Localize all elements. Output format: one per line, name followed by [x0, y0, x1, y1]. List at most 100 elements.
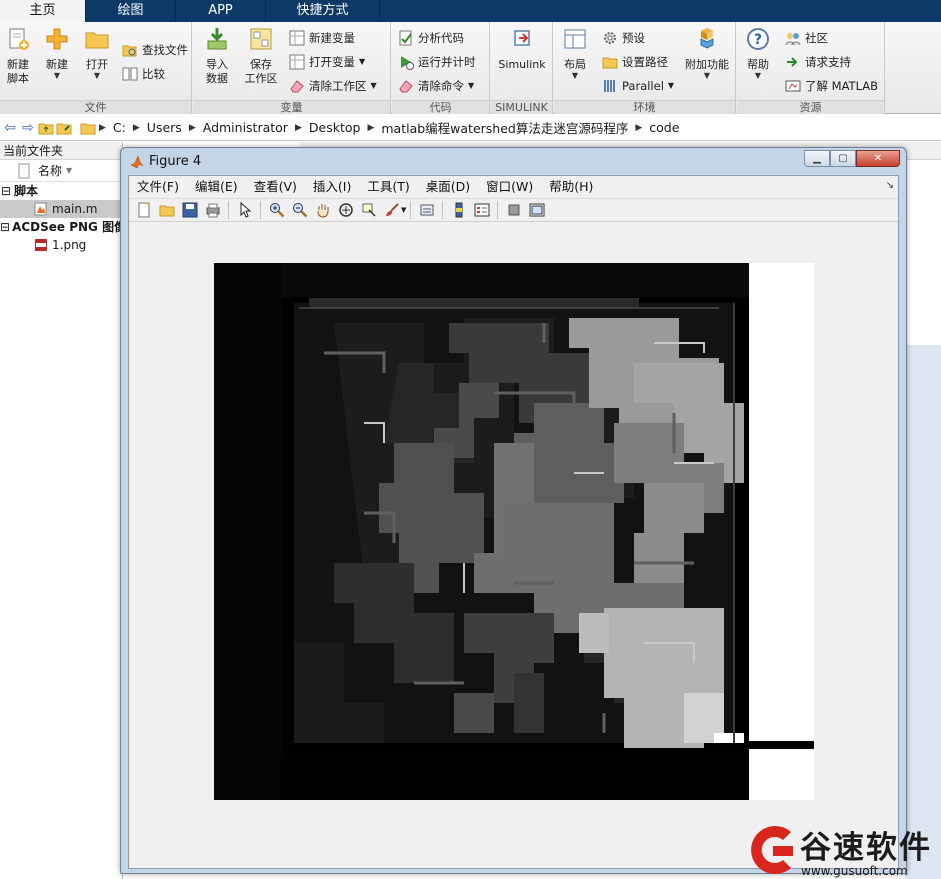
breadcrumb-separator: ▶ — [188, 122, 196, 133]
breadcrumb-item[interactable]: C: — [113, 120, 126, 135]
menu-insert[interactable]: 插入(I) — [305, 176, 359, 198]
save-figure-button[interactable] — [178, 200, 201, 220]
pan-hand-icon — [317, 204, 328, 218]
menu-help[interactable]: 帮助(H) — [541, 176, 601, 198]
new-variable-button[interactable]: 新建变量 — [289, 28, 355, 48]
open-file-button[interactable] — [155, 200, 178, 220]
zoom-out-button[interactable] — [288, 200, 311, 220]
close-icon: ✕ — [873, 153, 883, 164]
pan-button[interactable] — [311, 200, 334, 220]
watermark-logo-icon — [751, 826, 793, 874]
group-label-code: 代码 — [392, 100, 489, 114]
breadcrumb-item[interactable]: Desktop — [309, 120, 361, 135]
dock-arrow-icon[interactable]: ↘ — [886, 180, 894, 191]
breadcrumb-item[interactable]: Users — [147, 120, 182, 135]
minimize-icon: ▁ — [813, 153, 821, 164]
list-item[interactable]: main.m — [0, 200, 122, 218]
close-button[interactable]: ✕ — [856, 150, 900, 167]
addons-button[interactable]: 附加功能 ▼ — [682, 26, 732, 80]
clear-workspace-button[interactable]: 清除工作区 ▼ — [289, 76, 377, 96]
breadcrumb-item[interactable]: matlab编程watershed算法走迷宫源码程序 — [381, 118, 628, 137]
tab-home[interactable]: 主页 — [0, 0, 86, 22]
insert-legend-button[interactable] — [470, 200, 493, 220]
zoom-in-icon — [269, 203, 284, 218]
figure-titlebar[interactable]: Figure 4 ▁ ▢ ✕ — [121, 148, 906, 175]
save-workspace-button[interactable]: 保存 工作区 — [241, 26, 281, 86]
sort-arrow-icon: ▼ — [66, 165, 73, 175]
new-figure-button[interactable] — [132, 200, 155, 220]
parallel-button[interactable]: Parallel ▼ — [602, 76, 674, 96]
simulink-icon — [514, 30, 530, 46]
menu-desktop[interactable]: 桌面(D) — [418, 176, 478, 198]
data-cursor-button[interactable] — [357, 200, 380, 220]
help-icon: ? — [747, 28, 769, 50]
request-support-button[interactable]: 请求支持 — [785, 52, 851, 72]
tab-plots[interactable]: 绘图 — [86, 0, 176, 22]
new-script-button[interactable]: 新建 脚本 — [2, 26, 34, 86]
menu-view[interactable]: 查看(V) — [246, 176, 305, 198]
import-data-button[interactable]: 导入 数据 — [201, 26, 233, 86]
hide-tools-icon — [508, 204, 520, 216]
figure-menubar: 文件(F) 编辑(E) 查看(V) 插入(I) 工具(T) 桌面(D) 窗口(W… — [129, 176, 898, 198]
print-icon — [206, 203, 219, 218]
compare-button[interactable]: 比较 — [122, 64, 165, 84]
new-button[interactable]: 新建 ▼ — [42, 26, 72, 80]
find-files-button[interactable]: 查找文件 — [122, 40, 188, 60]
simulink-button[interactable]: Simulink — [497, 26, 547, 72]
parallel-icon — [604, 80, 615, 92]
clear-commands-button[interactable]: 清除命令 ▼ — [398, 76, 474, 96]
ribbon-group-resources: ? 帮助 ▼ 社区 请求支持 了解 MATLAB 资源 — [737, 22, 885, 114]
tree-group-scripts[interactable]: ⊟ 脚本 — [0, 182, 122, 200]
zoom-in-button[interactable] — [265, 200, 288, 220]
learn-matlab-icon — [785, 80, 801, 92]
layout-button[interactable]: 布局 ▼ — [560, 26, 590, 80]
menu-file[interactable]: 文件(F) — [129, 176, 187, 198]
insert-colorbar-button[interactable] — [447, 200, 470, 220]
collapse-icon[interactable]: ⊟ — [0, 182, 12, 200]
gear-icon — [604, 32, 616, 44]
show-plot-tools-button[interactable] — [525, 200, 548, 220]
link-plot-button[interactable] — [415, 200, 438, 220]
run-and-time-button[interactable]: 运行并计时 — [398, 52, 476, 72]
toolbar-separator — [497, 201, 499, 219]
collapse-icon[interactable]: ⊟ — [0, 218, 10, 236]
up-folder-icon[interactable] — [38, 120, 54, 136]
menu-tools[interactable]: 工具(T) — [359, 176, 417, 198]
tree-group-png[interactable]: ⊟ ACDSee PNG 图像 — [0, 218, 126, 236]
rotate-3d-button[interactable] — [334, 200, 357, 220]
maximize-icon: ▢ — [838, 153, 848, 164]
menu-window[interactable]: 窗口(W) — [478, 176, 541, 198]
maximize-button[interactable]: ▢ — [830, 150, 856, 167]
tab-apps[interactable]: APP — [176, 0, 266, 22]
back-arrow-icon[interactable]: ⇦ — [2, 120, 18, 136]
print-button[interactable] — [201, 200, 224, 220]
preferences-button[interactable]: 预设 — [602, 28, 645, 48]
brush-button[interactable] — [380, 200, 403, 220]
figure-axes[interactable] — [214, 263, 814, 800]
group-label-resources: 资源 — [737, 100, 884, 114]
tab-shortcuts[interactable]: 快捷方式 — [266, 0, 380, 22]
breadcrumb-separator: ▶ — [99, 122, 106, 133]
open-button[interactable]: 打开 ▼ — [82, 26, 112, 80]
minimize-button[interactable]: ▁ — [804, 150, 830, 167]
list-item[interactable]: 1.png — [0, 236, 122, 254]
set-path-button[interactable]: 设置路径 — [602, 52, 668, 72]
breadcrumb-item[interactable]: code — [649, 120, 679, 135]
edit-plot-button[interactable] — [233, 200, 256, 220]
eraser-icon — [290, 80, 304, 93]
name-column-header[interactable]: 名称 ▼ — [0, 160, 122, 182]
community-button[interactable]: 社区 — [785, 28, 828, 48]
group-label-variable: 变量 — [193, 100, 390, 114]
menu-edit[interactable]: 编辑(E) — [187, 176, 246, 198]
open-variable-button[interactable]: 打开变量 ▼ — [289, 52, 365, 72]
hide-plot-tools-button[interactable] — [502, 200, 525, 220]
learn-matlab-button[interactable]: 了解 MATLAB — [785, 76, 878, 96]
breadcrumb-item[interactable]: Administrator — [203, 120, 288, 135]
brush-dropdown-icon[interactable]: ▼ — [401, 206, 406, 214]
analyze-code-button[interactable]: 分析代码 — [398, 28, 464, 48]
help-button[interactable]: ? 帮助 ▼ — [743, 26, 773, 80]
eraser-icon — [399, 80, 413, 93]
browse-folder-icon[interactable] — [56, 120, 72, 136]
watermark-text: 谷速软件 — [800, 830, 932, 866]
forward-arrow-icon[interactable]: ⇨ — [20, 120, 36, 136]
